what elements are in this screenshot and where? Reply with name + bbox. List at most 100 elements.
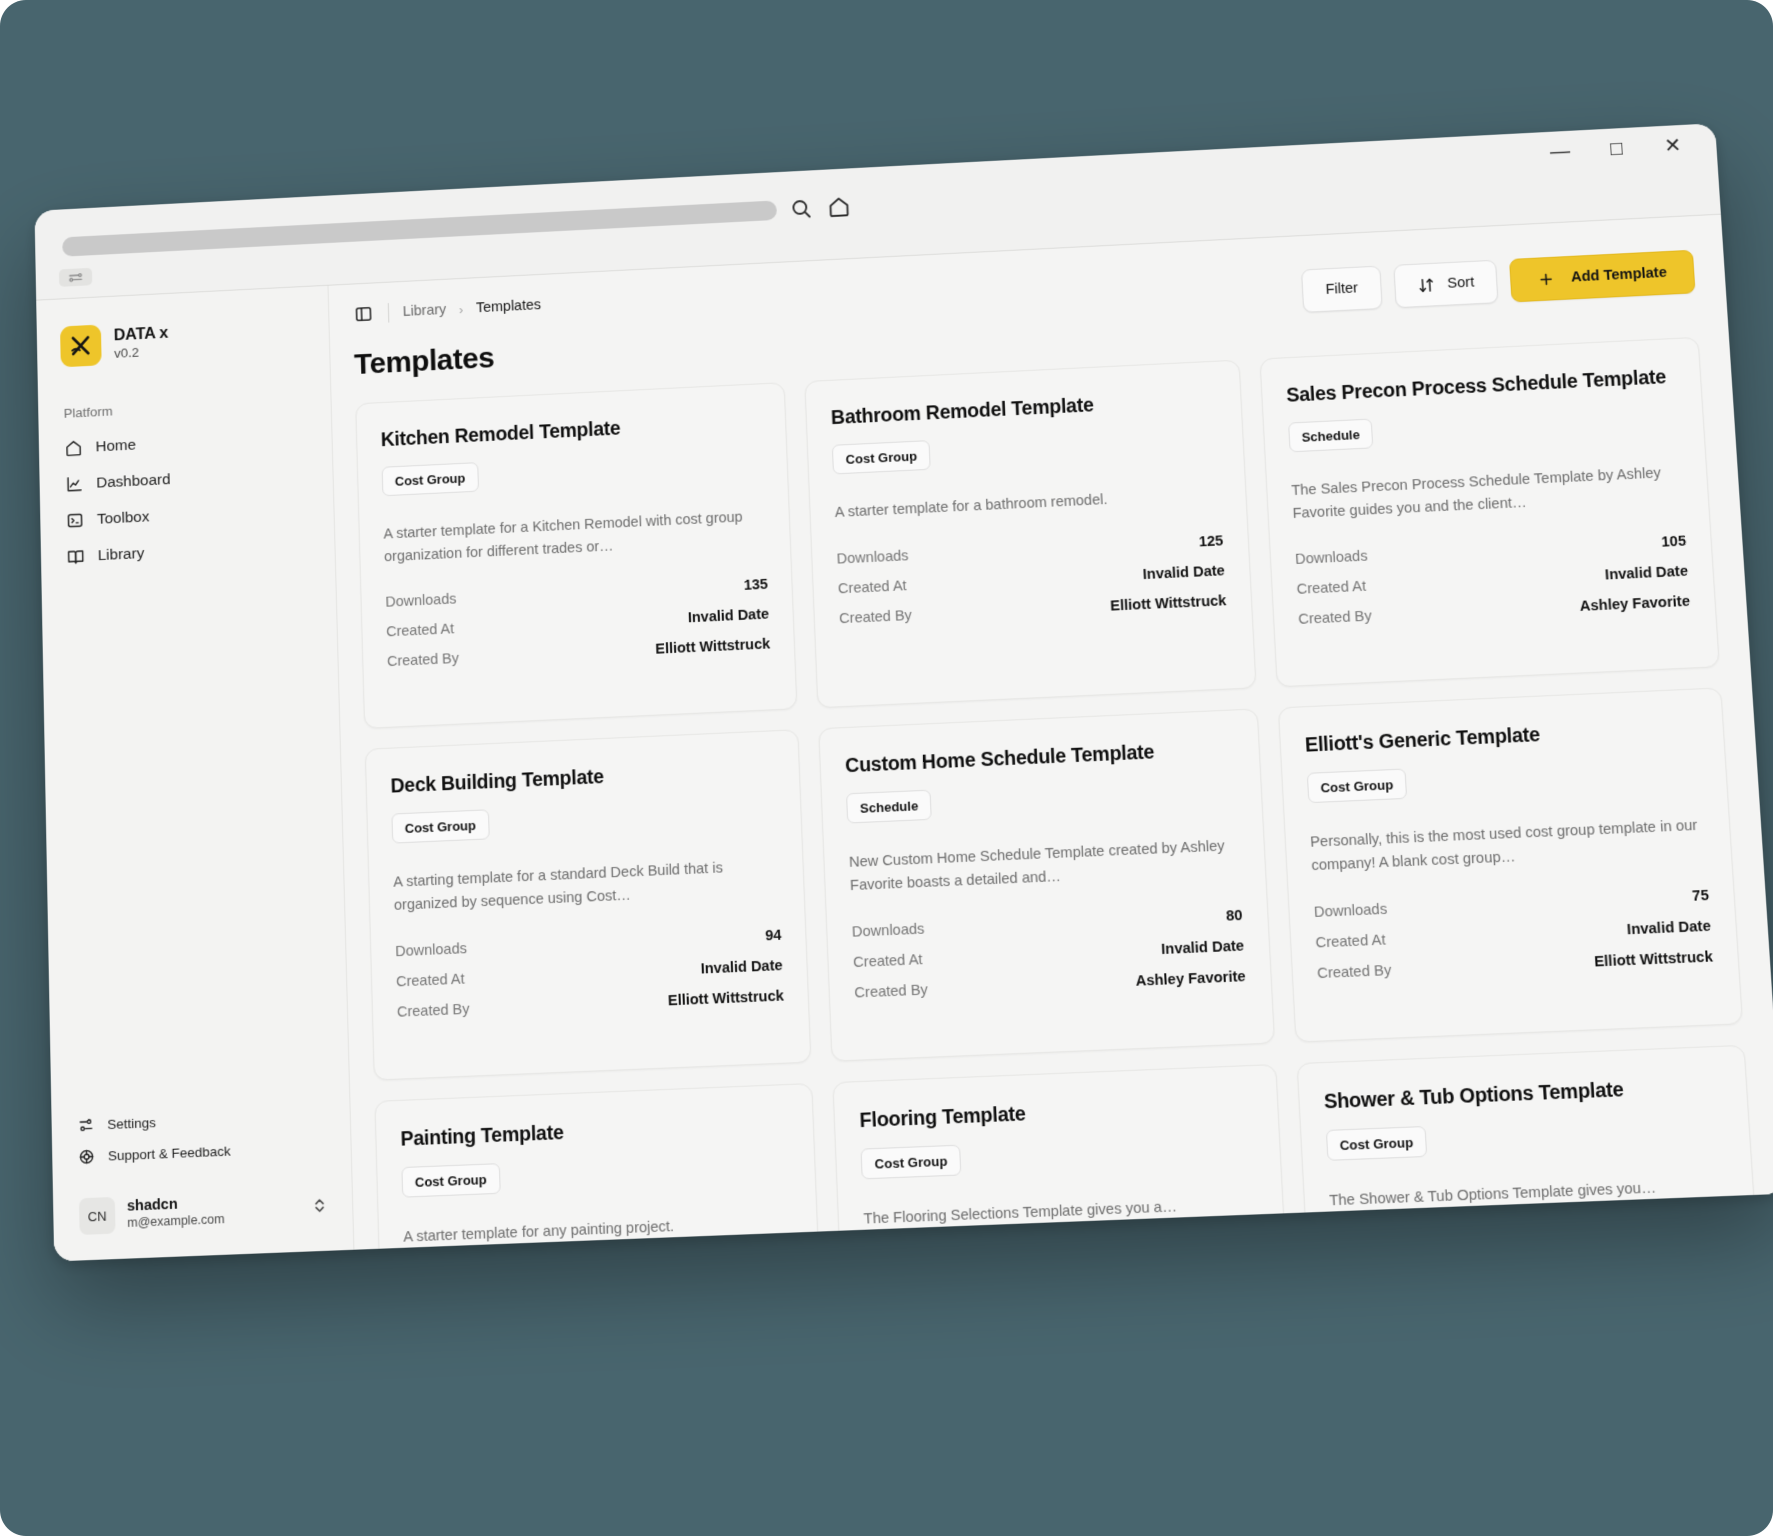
templates-grid: Kitchen Remodel Template Cost Group A star…	[355, 337, 1766, 1250]
template-card[interactable]: Custom Home Schedule Template Schedule New…	[819, 708, 1275, 1061]
template-meta-label: Created At	[838, 578, 907, 597]
chart-line-icon	[65, 475, 84, 494]
template-meta-label: Downloads	[1313, 902, 1387, 921]
user-account-switcher[interactable]: CN shadcn m@example.com	[69, 1179, 337, 1245]
book-icon	[66, 547, 85, 567]
sidebar-item-label: Support & Feedback	[108, 1143, 231, 1163]
template-card[interactable]: Shower & Tub Options Template Cost Group T…	[1296, 1045, 1766, 1250]
template-description: A starter template for a bathroom remode…	[834, 484, 1221, 525]
status-badge: Schedule	[1288, 419, 1374, 453]
template-title: Kitchen Remodel Template	[381, 410, 763, 454]
breadcrumb-link-library[interactable]: Library	[403, 302, 447, 320]
template-meta-label: Created By	[854, 983, 928, 1002]
status-badge: Schedule	[846, 790, 932, 824]
downloads-value: 80	[1226, 908, 1243, 925]
template-meta-label: Created At	[853, 952, 923, 971]
template-card[interactable]: Painting Template Cost Group A starter tem…	[374, 1083, 825, 1250]
downloads-value: 125	[1198, 533, 1223, 550]
created-by-value: Elliott Wittstruck	[655, 637, 770, 658]
template-meta-row: Downloads	[1331, 1219, 1732, 1250]
created-at-value: Invalid Date	[688, 607, 770, 627]
template-description: The Sales Precon Process Schedule Templa…	[1291, 462, 1684, 525]
template-meta-label: Created By	[387, 651, 459, 670]
template-card[interactable]: Bathroom Remodel Template Cost Group A sta…	[805, 360, 1257, 709]
sidebar-spacer	[57, 563, 333, 1110]
sidebar-item-label: Library	[98, 545, 145, 565]
created-by-value: Elliott Wittstruck	[1110, 593, 1227, 614]
sort-button[interactable]: Sort	[1393, 260, 1499, 309]
brand[interactable]: DATA x v0.2	[52, 308, 314, 374]
created-by-value: Ashley Favorite	[1579, 594, 1690, 615]
minimize-button[interactable]: —	[1546, 139, 1574, 166]
created-at-value: Invalid Date	[1161, 939, 1245, 959]
template-description: The Flooring Selections Template gives y…	[863, 1193, 1258, 1232]
template-meta: Downloads 80 Created At Invalid Date Created…	[851, 901, 1246, 1009]
template-description: Personally, this is the most used cost g…	[1310, 815, 1707, 878]
template-card[interactable]: Flooring Template Cost Group The Flooring …	[833, 1064, 1294, 1250]
status-badge: Cost Group	[391, 810, 489, 844]
main-content: Library › Templates Templates Filter Sor…	[328, 215, 1773, 1250]
created-by-value: Elliott Wittstruck	[668, 989, 785, 1010]
downloads-value: 75	[1692, 888, 1710, 905]
avatar: CN	[79, 1197, 116, 1235]
maximize-button[interactable]: □	[1603, 136, 1631, 163]
status-badge: Cost Group	[382, 462, 479, 496]
app-root: DATA x v0.2 Platform Home Dashboard Tool…	[36, 215, 1773, 1262]
template-title: Deck Building Template	[390, 757, 775, 800]
created-at-value: Invalid Date	[1605, 564, 1689, 584]
template-meta-row: Downloads	[865, 1237, 1261, 1250]
template-meta-label: Created At	[1296, 579, 1366, 598]
brand-text: DATA x v0.2	[114, 324, 169, 361]
search-icon[interactable]	[788, 196, 815, 223]
template-card[interactable]: Elliott's Generic Template Cost Group Pers…	[1278, 687, 1744, 1042]
tab-strip-handle[interactable]	[59, 268, 92, 287]
downloads-value: 105	[1661, 534, 1687, 551]
template-title: Elliott's Generic Template	[1304, 716, 1699, 759]
template-meta: DownloadsCreated AtCreated By	[865, 1237, 1264, 1250]
lifebuoy-icon	[78, 1148, 95, 1166]
template-meta-label: Created By	[397, 1002, 470, 1021]
template-title: Bathroom Remodel Template	[831, 387, 1217, 431]
sidebar-item-label: Home	[95, 436, 136, 456]
home-icon	[64, 438, 83, 457]
template-meta: Downloads 75 Created At Invalid Date Created…	[1313, 881, 1714, 990]
sidebar-item-label: Settings	[107, 1115, 156, 1132]
created-at-value: Invalid Date	[1627, 919, 1712, 939]
status-badge: Cost Group	[401, 1163, 500, 1198]
sidebar: DATA x v0.2 Platform Home Dashboard Tool…	[36, 286, 354, 1262]
brand-logo-icon	[60, 325, 102, 368]
close-button[interactable]: ✕	[1659, 133, 1687, 160]
panel-left-icon[interactable]	[352, 303, 374, 325]
brand-version: v0.2	[114, 344, 169, 362]
filter-button-label: Filter	[1325, 281, 1358, 298]
template-meta-label: Downloads	[385, 592, 456, 611]
template-meta-label: Created At	[1315, 933, 1386, 952]
filter-button[interactable]: Filter	[1301, 266, 1382, 313]
template-description: The Shower & Tub Options Template gives …	[1329, 1175, 1729, 1214]
address-bar[interactable]	[62, 200, 777, 256]
template-meta: Downloads 105 Created At Invalid Date Create…	[1294, 527, 1691, 636]
template-title: Sales Precon Process Schedule Template	[1286, 365, 1677, 409]
template-meta-label: Created By	[1298, 609, 1372, 628]
downloads-value: 135	[743, 577, 768, 594]
created-by-value: Elliott Wittstruck	[1594, 949, 1714, 970]
template-card[interactable]: Kitchen Remodel Template Cost Group A star…	[355, 382, 798, 729]
template-meta: Downloads 94 Created At Invalid Date Created…	[395, 921, 785, 1028]
created-at-value: Invalid Date	[1142, 563, 1225, 583]
template-meta: DownloadsCreated AtCreated By	[1331, 1219, 1736, 1250]
home-icon[interactable]	[826, 194, 853, 221]
user-meta: shadcn m@example.com	[127, 1191, 302, 1232]
template-card[interactable]: Deck Building Template Cost Group A starti…	[365, 729, 812, 1080]
add-template-button[interactable]: Add Template	[1509, 250, 1695, 303]
templates-scroll-area[interactable]: Kitchen Remodel Template Cost Group A star…	[331, 313, 1773, 1249]
template-title: Painting Template	[400, 1112, 789, 1154]
created-by-value: Ashley Favorite	[1135, 969, 1246, 990]
nav-group-label: Platform	[54, 394, 315, 422]
chevron-updown-icon	[313, 1196, 327, 1219]
sidebar-item-label: Toolbox	[97, 508, 150, 528]
template-description: A starter template for a Kitchen Remodel…	[383, 506, 766, 569]
template-description: New Custom Home Schedule Template create…	[849, 835, 1241, 897]
template-card[interactable]: Sales Precon Process Schedule Template Sc…	[1259, 337, 1720, 688]
app-window: — □ ✕ DATA x v0.2 Platform Home Dashboar…	[35, 123, 1773, 1261]
template-meta: Downloads 125 Created At Invalid Date Create…	[836, 526, 1227, 634]
